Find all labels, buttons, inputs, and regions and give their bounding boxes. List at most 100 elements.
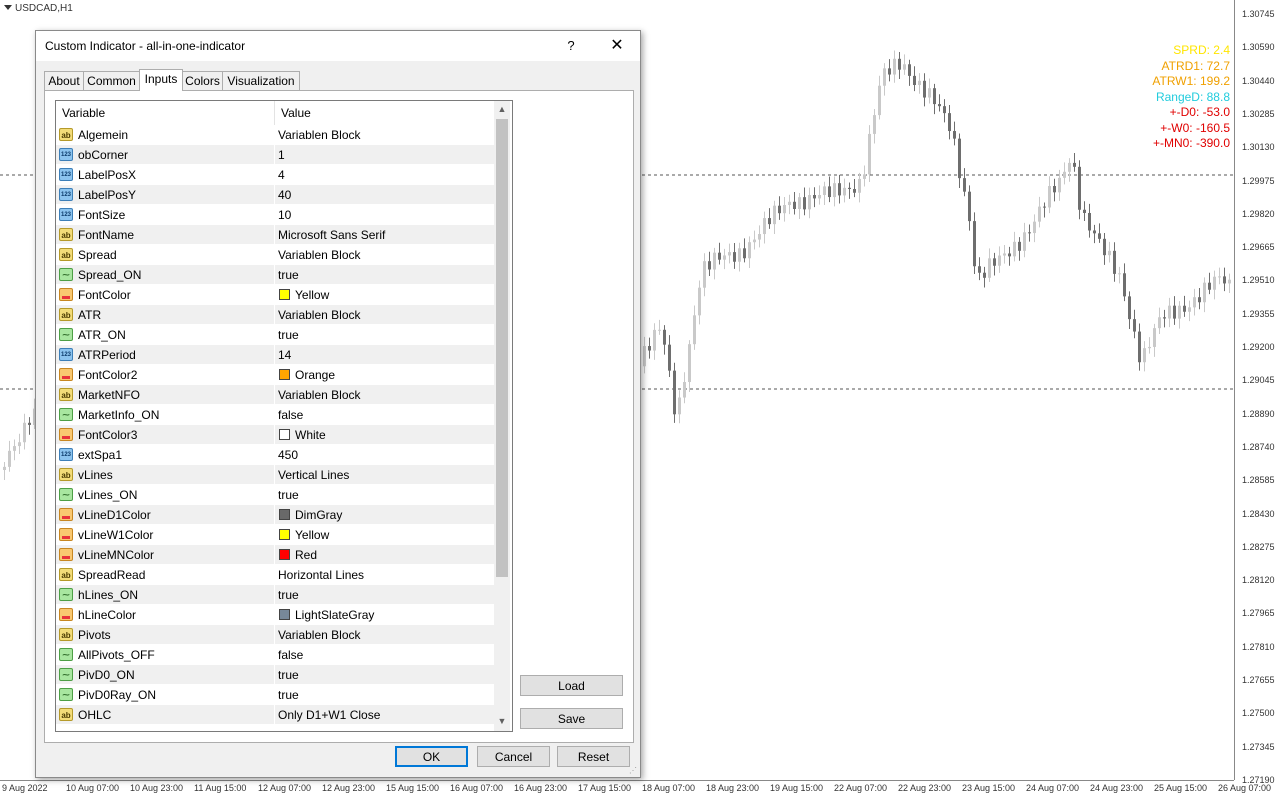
- variable-cell[interactable]: ab vLines: [56, 465, 275, 485]
- variable-cell[interactable]: 123 obCorner: [56, 145, 275, 165]
- table-row[interactable]: 123 ATRPeriod 14: [56, 345, 494, 365]
- variable-cell[interactable]: ab ATR: [56, 305, 275, 325]
- table-row[interactable]: FontColor3 White: [56, 425, 494, 445]
- value-cell[interactable]: 1: [275, 145, 494, 165]
- value-cell[interactable]: true: [275, 685, 494, 705]
- variable-cell[interactable]: ⁓ ATR_ON: [56, 325, 275, 345]
- variable-cell[interactable]: FontColor3: [56, 425, 275, 445]
- table-row[interactable]: ⁓ PivD0Ray_ON true: [56, 685, 494, 705]
- value-cell[interactable]: true: [275, 325, 494, 345]
- variable-cell[interactable]: ab OHLC: [56, 705, 275, 725]
- value-cell[interactable]: Variablen Block: [275, 125, 494, 145]
- table-row[interactable]: ⁓ hLines_ON true: [56, 585, 494, 605]
- resize-grip-icon[interactable]: ⋰: [629, 766, 638, 775]
- value-cell[interactable]: true: [275, 485, 494, 505]
- variable-cell[interactable]: vLineMNColor: [56, 545, 275, 565]
- tab-visualization[interactable]: Visualization: [222, 71, 300, 90]
- variable-cell[interactable]: vLineW1Color: [56, 525, 275, 545]
- value-cell[interactable]: Horizontal Lines: [275, 565, 494, 585]
- value-cell[interactable]: Variablen Block: [275, 385, 494, 405]
- column-header-value[interactable]: Value: [275, 101, 494, 125]
- table-row[interactable]: ab Pivots Variablen Block: [56, 625, 494, 645]
- table-row[interactable]: 123 LabelPosY 40: [56, 185, 494, 205]
- variable-cell[interactable]: FontColor: [56, 285, 275, 305]
- reset-button[interactable]: Reset: [557, 746, 630, 767]
- value-cell[interactable]: DimGray: [275, 505, 494, 525]
- tab-about[interactable]: About: [44, 71, 84, 90]
- value-cell[interactable]: 40: [275, 185, 494, 205]
- variable-cell[interactable]: ab Spread: [56, 245, 275, 265]
- table-row[interactable]: ab vLines Vertical Lines: [56, 465, 494, 485]
- close-icon[interactable]: ✕: [606, 36, 628, 56]
- value-cell[interactable]: White: [275, 425, 494, 445]
- variable-cell[interactable]: ⁓ PivD0_ON: [56, 665, 275, 685]
- variable-cell[interactable]: ab Pivots: [56, 625, 275, 645]
- table-row[interactable]: vLineW1Color Yellow: [56, 525, 494, 545]
- value-cell[interactable]: Orange: [275, 365, 494, 385]
- variable-cell[interactable]: ⁓ vLines_ON: [56, 485, 275, 505]
- table-row[interactable]: FontColor2 Orange: [56, 365, 494, 385]
- cancel-button[interactable]: Cancel: [477, 746, 550, 767]
- value-cell[interactable]: 450: [275, 445, 494, 465]
- variable-cell[interactable]: ab FontName: [56, 225, 275, 245]
- scroll-up-icon[interactable]: ▲: [494, 101, 510, 117]
- column-header-variable[interactable]: Variable: [56, 101, 274, 125]
- table-row[interactable]: ab SpreadRead Horizontal Lines: [56, 565, 494, 585]
- table-row[interactable]: ⁓ MarketInfo_ON false: [56, 405, 494, 425]
- variable-cell[interactable]: ⁓ Spread_ON: [56, 265, 275, 285]
- dropdown-triangle-icon[interactable]: [4, 5, 12, 10]
- scroll-thumb[interactable]: [496, 119, 508, 577]
- value-cell[interactable]: false: [275, 645, 494, 665]
- table-row[interactable]: ⁓ AllPivots_OFF false: [56, 645, 494, 665]
- variable-cell[interactable]: ab Algemein: [56, 125, 275, 145]
- variable-cell[interactable]: vLineD1Color: [56, 505, 275, 525]
- table-row[interactable]: 123 obCorner 1: [56, 145, 494, 165]
- table-row[interactable]: ab Algemein Variablen Block: [56, 125, 494, 145]
- table-row[interactable]: hLineColor LightSlateGray: [56, 605, 494, 625]
- variable-cell[interactable]: hLineColor: [56, 605, 275, 625]
- value-cell[interactable]: Variablen Block: [275, 305, 494, 325]
- variable-cell[interactable]: ab MarketNFO: [56, 385, 275, 405]
- tab-inputs[interactable]: Inputs: [139, 69, 183, 91]
- value-cell[interactable]: Variablen Block: [275, 245, 494, 265]
- value-cell[interactable]: Yellow: [275, 525, 494, 545]
- value-cell[interactable]: true: [275, 585, 494, 605]
- value-cell[interactable]: Vertical Lines: [275, 465, 494, 485]
- value-cell[interactable]: false: [275, 405, 494, 425]
- save-button[interactable]: Save: [520, 708, 623, 729]
- table-row[interactable]: 123 FontSize 10: [56, 205, 494, 225]
- variable-cell[interactable]: 123 extSpa1: [56, 445, 275, 465]
- table-row[interactable]: vLineMNColor Red: [56, 545, 494, 565]
- variable-cell[interactable]: ⁓ AllPivots_OFF: [56, 645, 275, 665]
- variable-cell[interactable]: FontColor2: [56, 365, 275, 385]
- load-button[interactable]: Load: [520, 675, 623, 696]
- scroll-down-icon[interactable]: ▼: [494, 713, 510, 729]
- value-cell[interactable]: true: [275, 665, 494, 685]
- help-button[interactable]: ?: [561, 36, 581, 56]
- table-row[interactable]: ⁓ ATR_ON true: [56, 325, 494, 345]
- ok-button[interactable]: OK: [395, 746, 468, 767]
- table-row[interactable]: ⁓ PivD0_ON true: [56, 665, 494, 685]
- table-row[interactable]: ab OHLC Only D1+W1 Close: [56, 705, 494, 725]
- table-row[interactable]: 123 extSpa1 450: [56, 445, 494, 465]
- table-row[interactable]: ab FontName Microsoft Sans Serif: [56, 225, 494, 245]
- variable-cell[interactable]: 123 FontSize: [56, 205, 275, 225]
- table-row[interactable]: vLineD1Color DimGray: [56, 505, 494, 525]
- value-cell[interactable]: Red: [275, 545, 494, 565]
- variable-cell[interactable]: 123 LabelPosX: [56, 165, 275, 185]
- value-cell[interactable]: 14: [275, 345, 494, 365]
- value-cell[interactable]: Microsoft Sans Serif: [275, 225, 494, 245]
- value-cell[interactable]: 4: [275, 165, 494, 185]
- dialog-titlebar[interactable]: Custom Indicator - all-in-one-indicator …: [36, 31, 640, 61]
- variable-cell[interactable]: ⁓ hLines_ON: [56, 585, 275, 605]
- variable-cell[interactable]: ⁓ MarketInfo_ON: [56, 405, 275, 425]
- variable-cell[interactable]: ⁓ PivD0Ray_ON: [56, 685, 275, 705]
- value-cell[interactable]: Variablen Block: [275, 625, 494, 645]
- table-row[interactable]: ab ATR Variablen Block: [56, 305, 494, 325]
- value-cell[interactable]: Yellow: [275, 285, 494, 305]
- variable-cell[interactable]: 123 LabelPosY: [56, 185, 275, 205]
- table-row[interactable]: ⁓ vLines_ON true: [56, 485, 494, 505]
- value-cell[interactable]: true: [275, 265, 494, 285]
- variable-cell[interactable]: ab SpreadRead: [56, 565, 275, 585]
- table-row[interactable]: ab MarketNFO Variablen Block: [56, 385, 494, 405]
